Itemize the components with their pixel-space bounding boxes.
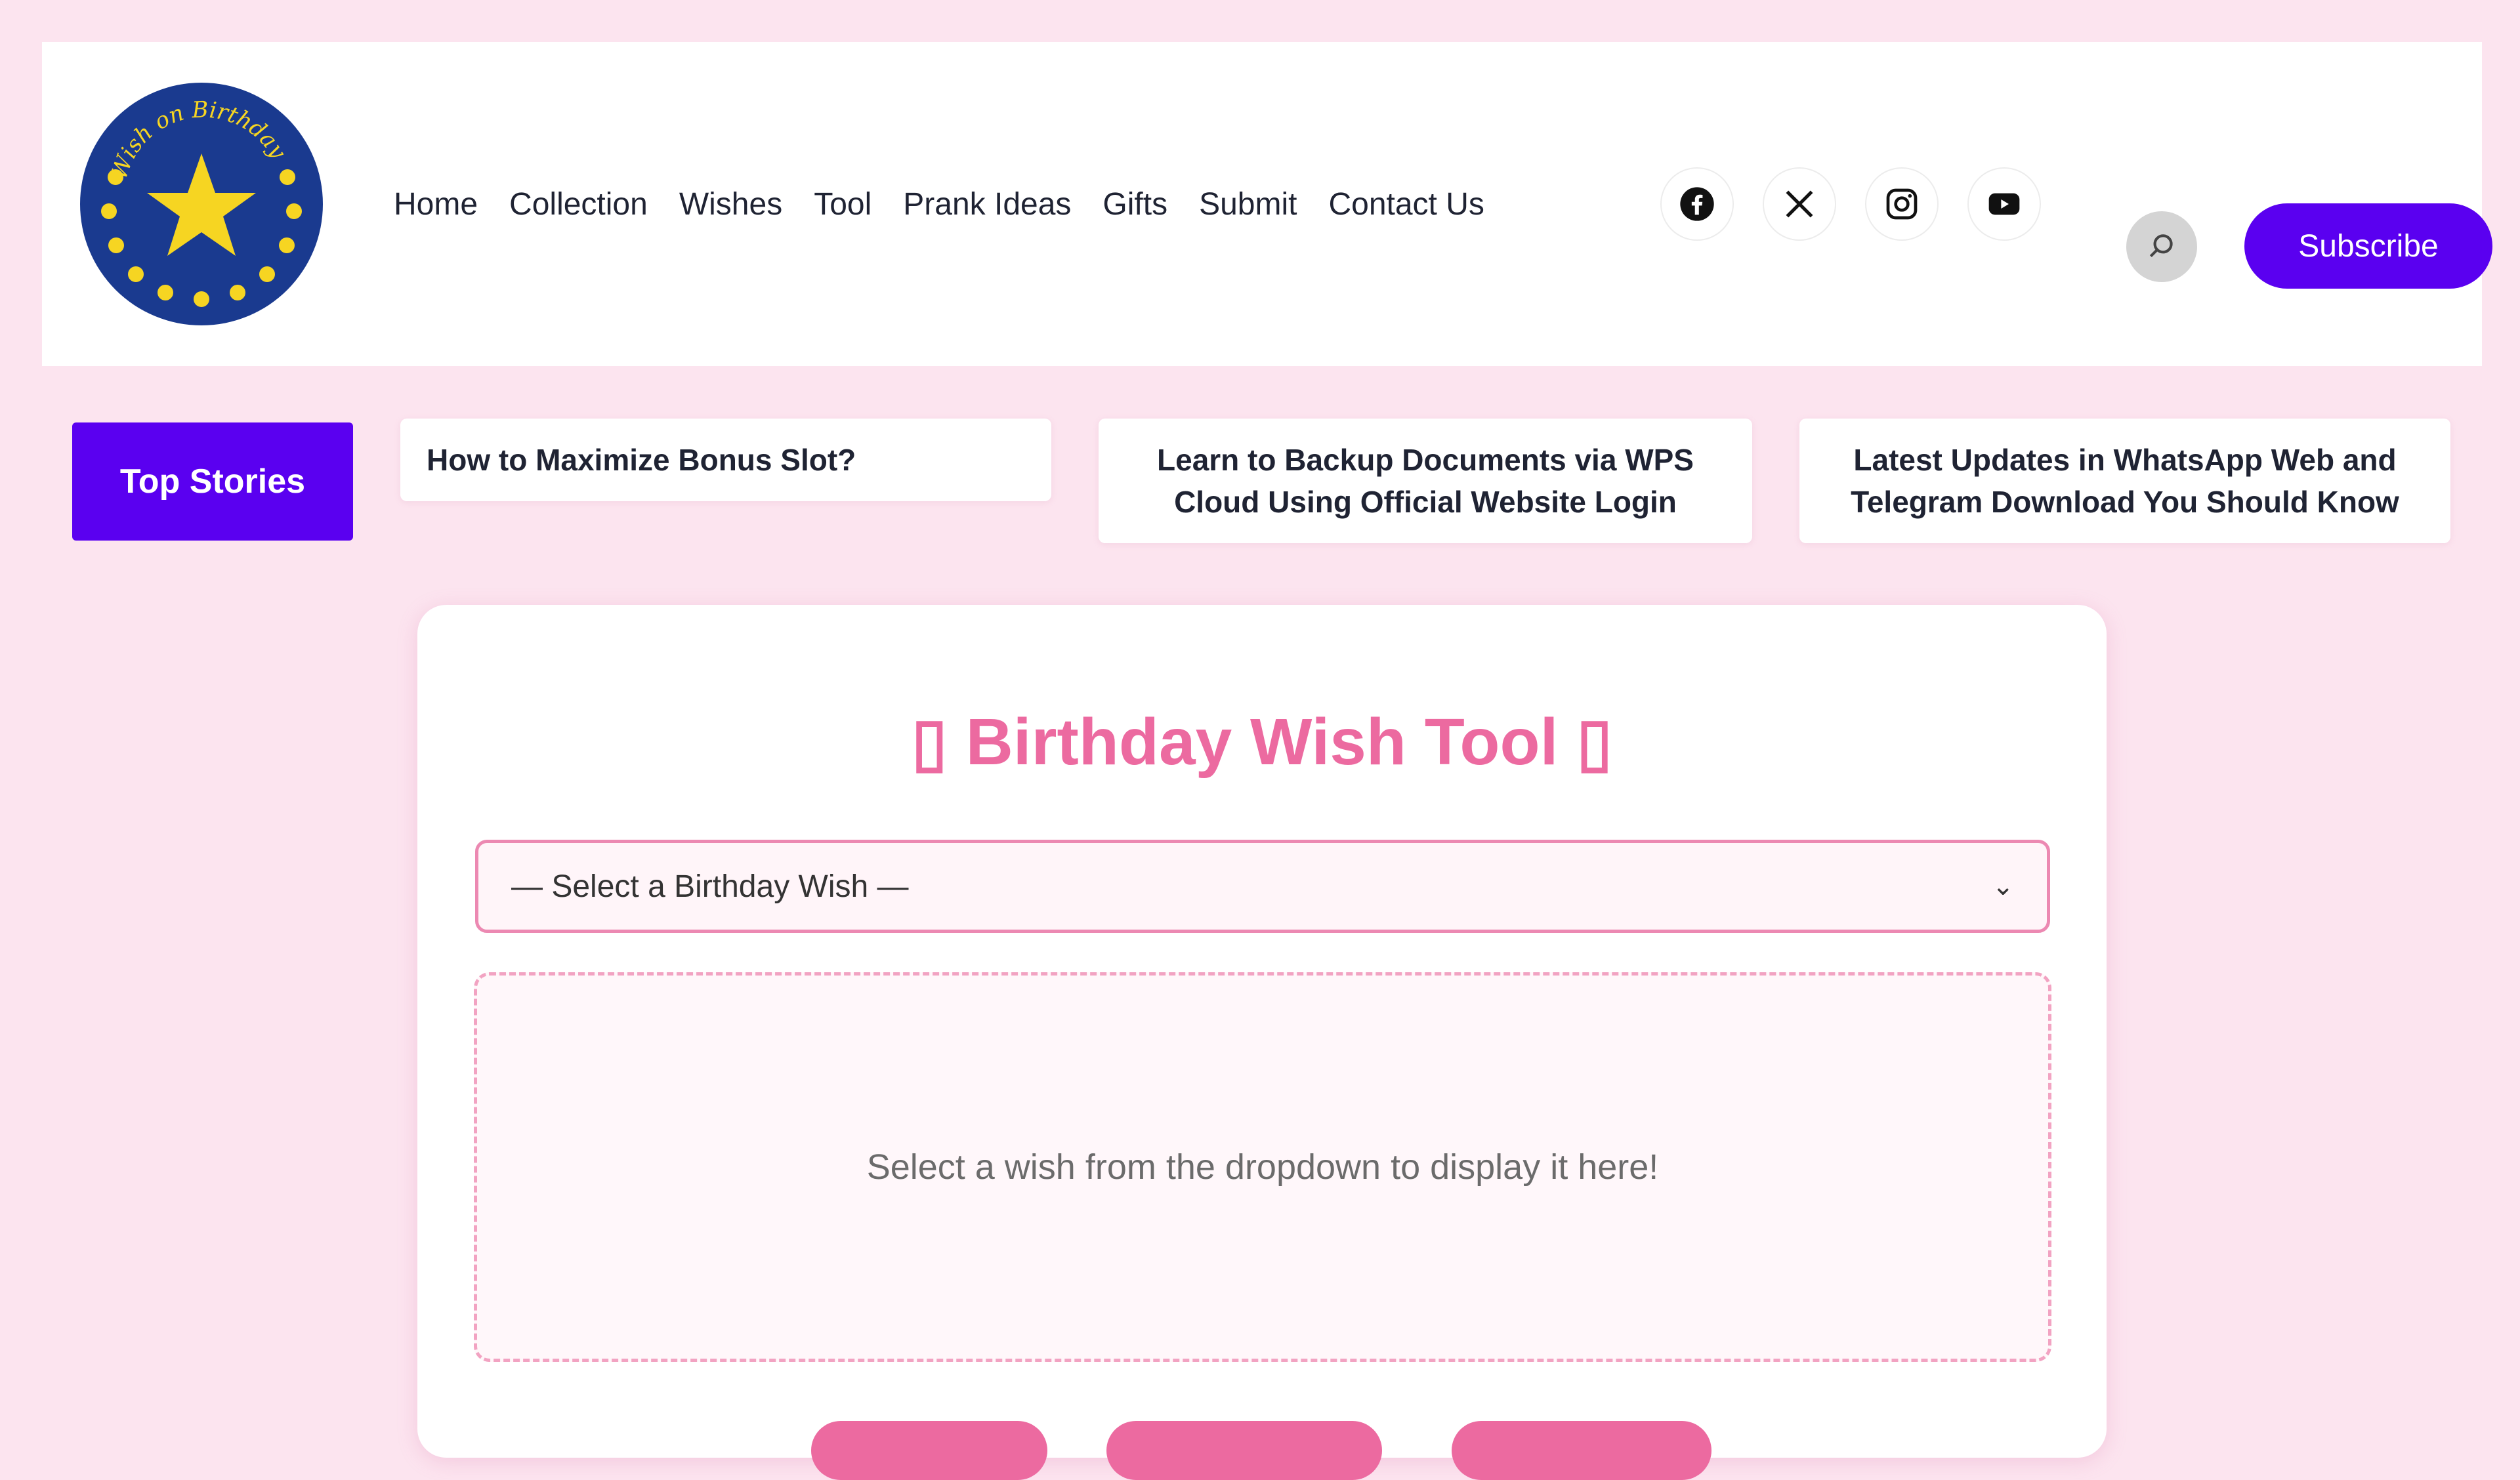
- story-link[interactable]: Latest Updates in WhatsApp Web and Teleg…: [1799, 419, 2450, 543]
- nav-tool[interactable]: Tool: [814, 186, 872, 222]
- wish-select-value: — Select a Birthday Wish —: [511, 869, 909, 904]
- story-link[interactable]: How to Maximize Bonus Slot?: [400, 419, 1051, 501]
- wish-display-placeholder: Select a wish from the dropdown to displ…: [866, 1147, 1659, 1187]
- story-link[interactable]: Learn to Backup Documents via WPS Cloud …: [1099, 419, 1752, 543]
- facebook-icon[interactable]: [1660, 167, 1734, 241]
- wish-display-area: Select a wish from the dropdown to displ…: [474, 972, 2051, 1362]
- social-links: [1660, 42, 2041, 366]
- nav-contact-us[interactable]: Contact Us: [1328, 186, 1484, 222]
- youtube-icon[interactable]: [1967, 167, 2041, 241]
- nav-home[interactable]: Home: [394, 186, 478, 222]
- subscribe-button[interactable]: Subscribe: [2244, 203, 2492, 289]
- nav-gifts[interactable]: Gifts: [1102, 186, 1167, 222]
- nav-collection[interactable]: Collection: [509, 186, 648, 222]
- tool-action-button[interactable]: [1106, 1421, 1382, 1480]
- nav-prank-ideas[interactable]: Prank Ideas: [903, 186, 1071, 222]
- site-logo[interactable]: Wish on Birthday: [80, 83, 323, 325]
- top-stories-label: Top Stories: [72, 422, 353, 541]
- wish-select[interactable]: — Select a Birthday Wish — ⌄: [475, 840, 2050, 933]
- search-button[interactable]: [2126, 211, 2197, 282]
- wish-tool-card: ▯ Birthday Wish Tool ▯ — Select a Birthd…: [417, 605, 2107, 1480]
- tool-action-button[interactable]: [811, 1421, 1047, 1480]
- chevron-down-icon: ⌄: [1992, 872, 2014, 901]
- nav-submit[interactable]: Submit: [1199, 186, 1297, 222]
- instagram-icon[interactable]: [1865, 167, 1939, 241]
- tool-action-button[interactable]: [1452, 1421, 1712, 1480]
- site-header: Wish on Birthday Home Collection Wishes …: [42, 42, 2492, 366]
- x-icon[interactable]: [1763, 167, 1836, 241]
- search-icon: [2149, 234, 2173, 258]
- main-nav: Home Collection Wishes Tool Prank Ideas …: [394, 42, 1484, 366]
- nav-wishes[interactable]: Wishes: [679, 186, 782, 222]
- tool-title: ▯ Birthday Wish Tool ▯: [911, 705, 1613, 779]
- logo-star-icon: Wish on Birthday: [81, 84, 322, 324]
